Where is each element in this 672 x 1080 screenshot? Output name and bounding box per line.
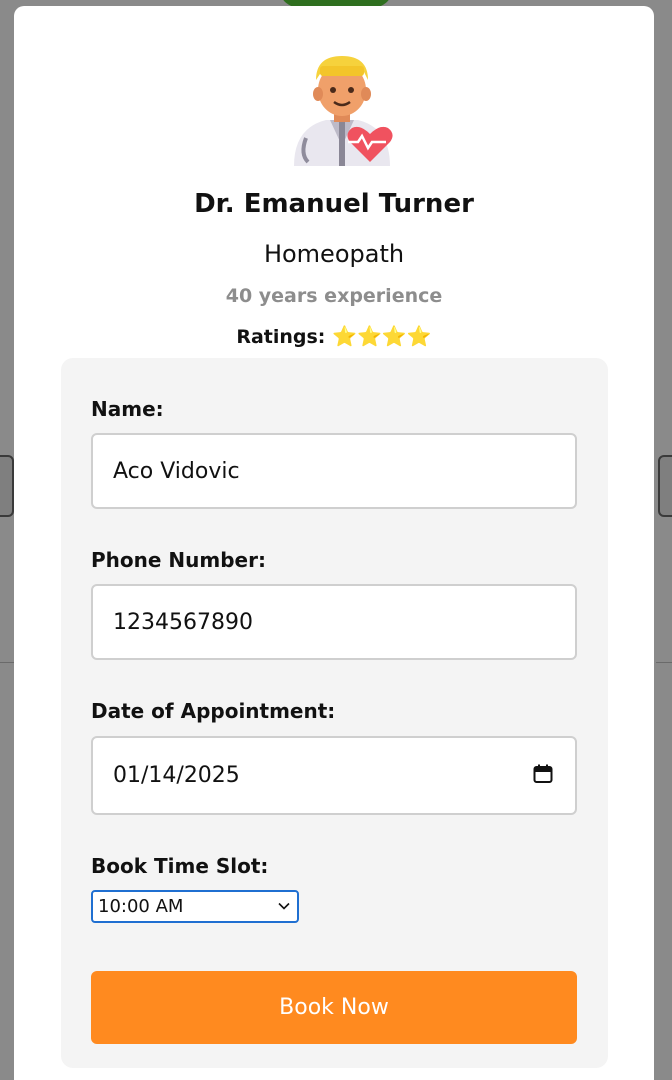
rating-stars: ⭐⭐⭐⭐ [332,324,432,348]
doctor-speciality: Homeopath [263,240,405,268]
appointment-modal: Dr. Emanuel Turner Homeopath 40 years ex… [14,6,654,1080]
date-label: Date of Appointment: [91,699,336,723]
date-field[interactable]: 01/14/2025 [91,736,577,815]
background-element [0,455,14,517]
name-label: Name: [91,397,164,421]
time-slot-label: Book Time Slot: [91,854,269,878]
name-value: Aco Vidovic [113,458,240,484]
book-now-button[interactable]: Book Now [91,971,577,1044]
time-slot-select[interactable]: 10:00 AM [91,890,299,923]
doctor-name: Dr. Emanuel Turner [194,189,474,219]
doctor-avatar-icon [286,50,398,166]
doctor-experience: 40 years experience [225,285,443,307]
phone-field[interactable]: 1234567890 [91,584,577,660]
calendar-icon[interactable] [533,764,553,784]
booking-form: Name: Aco Vidovic Phone Number: 12345678… [61,358,608,1068]
name-field[interactable]: Aco Vidovic [91,433,577,509]
background-element [658,455,672,517]
doctor-ratings: Ratings: ⭐⭐⭐⭐ [14,324,654,348]
chevron-down-icon [278,902,290,910]
phone-label: Phone Number: [91,548,266,572]
background-divider [656,662,672,663]
phone-value: 1234567890 [113,609,253,635]
ratings-label: Ratings: [236,326,326,348]
date-value: 01/14/2025 [113,763,240,788]
background-divider [0,662,14,663]
time-slot-value: 10:00 AM [98,896,184,917]
